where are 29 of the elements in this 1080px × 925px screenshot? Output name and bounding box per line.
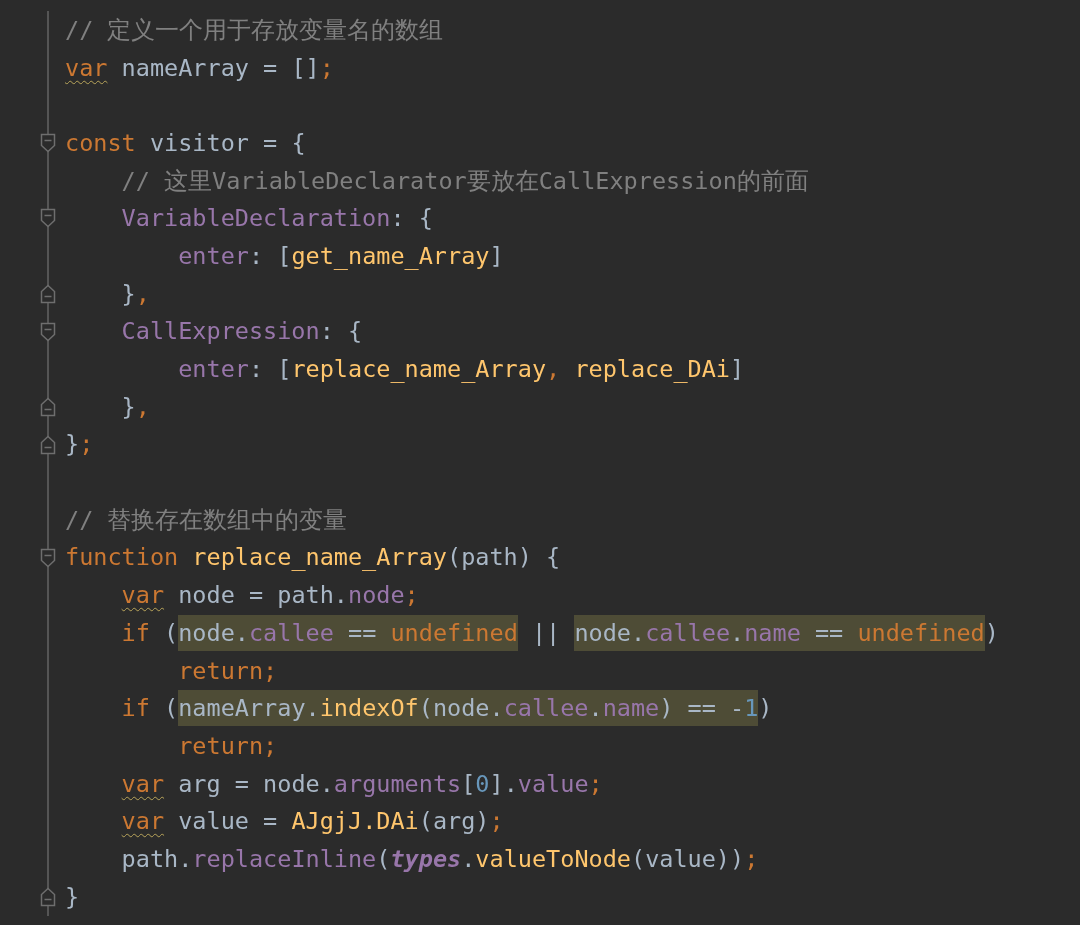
code-line: }, [120,392,150,421]
fold-marker-icon[interactable] [40,886,56,907]
code-line: // 定义一个用于存放变量名的数组 [65,15,444,44]
code-line: }, [120,279,150,308]
code-line: // 这里VariableDeclarator要放在CallExpression的前面 [120,166,809,195]
fold-marker-icon[interactable] [40,133,56,154]
fold-marker-icon[interactable] [40,434,56,455]
code-line: return; [177,731,278,760]
code-line: var nameArray = []; [65,53,334,82]
code-line: // 替换存在数组中的变量 [65,505,348,534]
code-line: return; [177,656,278,685]
code-line: }; [65,430,94,459]
fold-marker-icon[interactable] [40,283,56,304]
fold-marker-icon[interactable] [40,321,56,342]
fold-marker-icon[interactable] [40,208,56,229]
code-line: const visitor = { [65,128,306,157]
code-line: } [65,882,80,911]
fold-marker-icon[interactable] [40,547,56,568]
code-line: enter: [replace_name_Array, replace_DAi] [177,355,745,384]
code-line: path.replaceInline(types.valueToNode(value)); [120,844,759,873]
code-line: var node = path.node; [120,581,419,610]
code-line: var arg = node.arguments[0].value; [120,769,603,798]
code-line: CallExpression: { [120,317,363,346]
code-line: function replace_name_Array(path) { [65,543,561,572]
code-line: enter: [get_name_Array] [177,241,504,270]
code-line: var value = AJgjJ.DAi(arg); [120,807,504,836]
fold-marker-icon[interactable] [40,396,56,417]
code-line: VariableDeclaration: { [120,204,433,233]
code-line: if (node.callee == undefined || node.callee.name == undefined) [65,614,999,651]
